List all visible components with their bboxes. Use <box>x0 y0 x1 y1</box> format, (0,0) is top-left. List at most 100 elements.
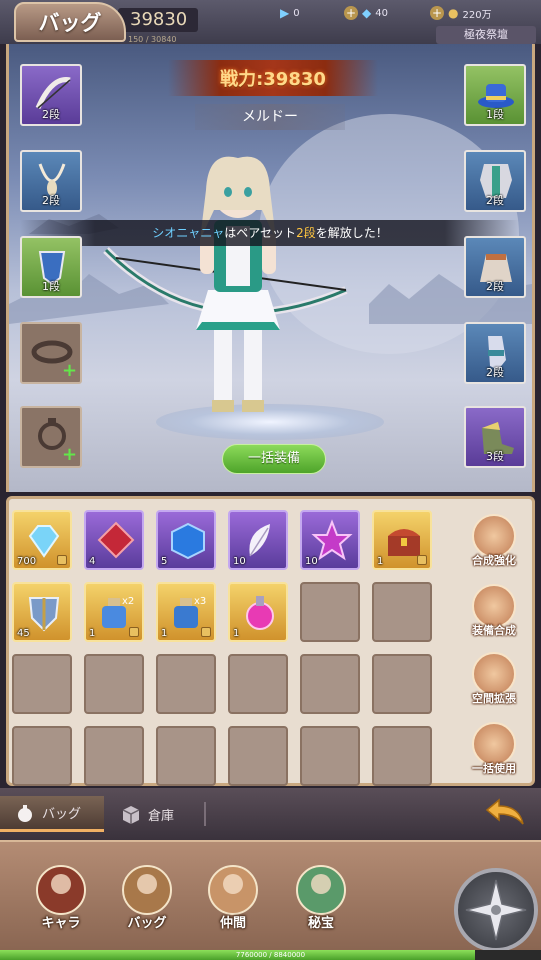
inventory-item[interactable]: 45 <box>12 582 72 642</box>
power-banner: 戦力:39830 <box>168 60 378 96</box>
nav-treasure-book[interactable]: 秘宝 <box>286 862 356 942</box>
slot-level: 3段 <box>486 450 504 463</box>
item-count: 1 <box>377 556 384 567</box>
inventory-item[interactable]: 10 <box>228 510 288 570</box>
empty-inventory-slot[interactable] <box>300 726 360 786</box>
right-equip-slot-5[interactable]: 3段 <box>464 406 526 468</box>
lock-icon <box>417 555 427 565</box>
bag-tab-icon <box>18 804 32 822</box>
inventory-item[interactable]: 700 <box>12 510 72 570</box>
nav-companion[interactable]: 仲間 <box>198 862 268 942</box>
sub-power-text: 150 / 30840 <box>128 35 177 44</box>
top-power-value: 39830 <box>118 8 198 32</box>
empty-inventory-slot[interactable] <box>372 582 432 642</box>
inventory-grid: 700 4 5 10 10 1 45 x2 1 x3 1 1 <box>12 510 444 786</box>
red-gem-icon <box>94 518 138 562</box>
side-button-label: 装備合成 <box>472 624 516 637</box>
gem-icon: ◆ <box>362 6 372 20</box>
side-button-label: 空間拡張 <box>472 692 516 705</box>
side-button-label: 合成強化 <box>472 554 516 567</box>
slot-level: 2段 <box>486 280 504 293</box>
resource-gold-value: 220万 <box>462 9 492 21</box>
bag-tab-title[interactable]: バッグ <box>14 2 126 42</box>
right-equip-slot-1[interactable]: 1段 <box>464 64 526 126</box>
add-gold-button[interactable]: + <box>430 6 444 20</box>
character-icon <box>33 862 89 918</box>
resource-gems-value: 40 <box>375 7 388 19</box>
inventory-item[interactable]: 4 <box>84 510 144 570</box>
empty-inventory-slot[interactable] <box>84 726 144 786</box>
tab-divider <box>204 802 206 826</box>
xp-text: 7760000 / 8840000 <box>235 951 306 959</box>
left-equip-slot-1[interactable]: 2段 <box>20 64 82 126</box>
left-equip-slot-5[interactable]: + <box>20 406 82 468</box>
slot-level: 2段 <box>42 108 60 121</box>
empty-inventory-slot[interactable] <box>12 726 72 786</box>
empty-inventory-slot[interactable] <box>12 654 72 714</box>
empty-inventory-slot[interactable] <box>156 654 216 714</box>
svg-text:x3: x3 <box>194 596 206 607</box>
empty-inventory-slot[interactable] <box>228 654 288 714</box>
inventory-item[interactable]: 1 <box>372 510 432 570</box>
backpack-icon <box>119 862 175 918</box>
notice-text-mid: はペアセット <box>224 226 297 240</box>
left-equip-slot-4[interactable]: + <box>20 322 82 384</box>
coin-icon: ● <box>448 6 459 20</box>
side-button-2[interactable]: 装備合成 <box>460 584 528 648</box>
empty-inventory-slot[interactable] <box>372 726 432 786</box>
add-gems-button[interactable]: + <box>344 6 358 20</box>
set-unlock-notice: シオニャニャはペアセット2段を解放した！ <box>20 220 520 246</box>
treasure-book-icon <box>293 862 349 918</box>
item-count: 45 <box>17 628 30 639</box>
side-button-1[interactable]: 合成強化 <box>460 514 528 578</box>
item-count: 1 <box>233 628 240 639</box>
companion-icon <box>205 862 261 918</box>
inventory-item[interactable]: 1 <box>228 582 288 642</box>
tab-storage-label: 倉庫 <box>148 808 175 824</box>
item-count: 5 <box>161 556 168 567</box>
inventory-item[interactable]: x2 1 <box>84 582 144 642</box>
left-equip-slot-3[interactable]: 1段 <box>20 236 82 298</box>
nav-character[interactable]: キャラ <box>26 862 96 942</box>
empty-inventory-slot[interactable] <box>300 654 360 714</box>
box-icon <box>122 806 140 824</box>
resource-gold: + ● 220万 <box>430 4 492 22</box>
right-equip-slot-3[interactable]: 2段 <box>464 236 526 298</box>
slot-level: 2段 <box>486 366 504 379</box>
character-figure[interactable] <box>96 150 356 430</box>
slot-level: 1段 <box>486 108 504 121</box>
notice-character-name: シオニャニャ <box>152 226 225 240</box>
item-count: 1 <box>89 628 96 639</box>
empty-inventory-slot[interactable] <box>156 726 216 786</box>
empty-inventory-slot[interactable] <box>228 726 288 786</box>
inventory-item[interactable]: 5 <box>156 510 216 570</box>
item-count: 10 <box>233 556 246 567</box>
item-count: 1 <box>161 628 168 639</box>
resource-stamina-value: 0 <box>293 7 300 19</box>
top-bar: 39830 バッグ 150 / 30840 ▶ 0 + ◆ 40 + ● 220… <box>0 0 541 44</box>
tab-bag-label: バッグ <box>42 807 82 822</box>
inventory-item[interactable]: x3 1 <box>156 582 216 642</box>
tab-storage[interactable]: 倉庫 <box>120 796 174 832</box>
right-equip-slot-4[interactable]: 2段 <box>464 322 526 384</box>
side-button-3[interactable]: 空間拡張 <box>460 652 528 716</box>
right-equip-slot-2[interactable]: 2段 <box>464 150 526 212</box>
nav-backpack[interactable]: バッグ <box>112 862 182 942</box>
left-equip-slot-2[interactable]: 2段 <box>20 150 82 212</box>
blue-cube-icon <box>166 518 210 562</box>
compass-menu-button[interactable] <box>454 868 538 952</box>
empty-inventory-slot[interactable] <box>372 654 432 714</box>
side-button-4[interactable]: 一括使用 <box>460 722 528 786</box>
empty-inventory-slot[interactable] <box>300 582 360 642</box>
compass-icon <box>465 879 527 941</box>
inventory-item[interactable]: 10 <box>300 510 360 570</box>
back-arrow-button[interactable] <box>480 796 530 832</box>
event-button[interactable]: 極夜祭壇 <box>436 26 536 44</box>
tab-bag[interactable]: バッグ <box>0 796 104 832</box>
add-plus-icon: + <box>62 360 78 381</box>
item-count: 4 <box>89 556 96 567</box>
empty-inventory-slot[interactable] <box>84 654 144 714</box>
equip-all-button[interactable]: 一括装備 <box>222 444 326 474</box>
back-arrow-icon <box>485 798 524 825</box>
lock-icon <box>57 555 67 565</box>
